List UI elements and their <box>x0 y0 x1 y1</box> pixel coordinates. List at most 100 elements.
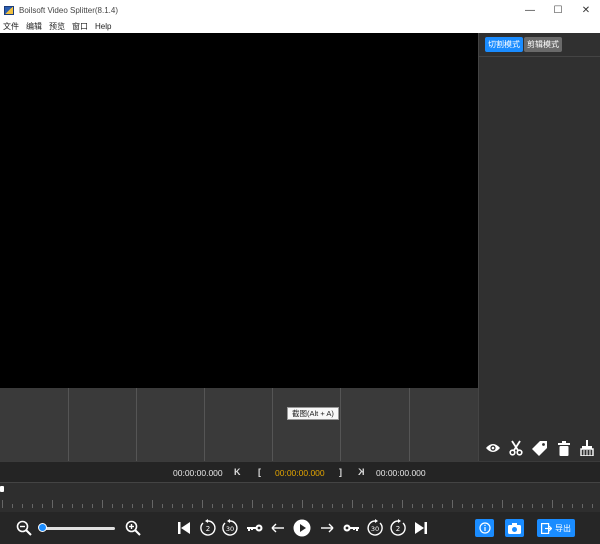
timeline-tick <box>302 500 303 508</box>
zoom-out-icon[interactable] <box>14 518 34 538</box>
timeline-tick <box>392 504 393 508</box>
menu-window[interactable]: 窗口 <box>72 21 88 32</box>
timeline-tick <box>592 504 593 508</box>
rewind-30-icon[interactable]: 30 <box>220 518 240 538</box>
svg-text:2: 2 <box>396 525 400 533</box>
timeline-tick <box>202 500 203 508</box>
timeline-tick <box>332 504 333 508</box>
timeline-tick <box>192 504 193 508</box>
end-time: 00:00:00.000 <box>376 468 426 478</box>
camera-icon <box>508 522 521 534</box>
zoom-slider-handle[interactable] <box>38 523 47 532</box>
set-end-button[interactable]: ] <box>339 467 342 477</box>
title-bar: Boilsoft Video Splitter(8.1.4) — ☐ ✕ <box>0 0 600 20</box>
menu-bar: 文件 编辑 预览 窗口 Help <box>0 20 600 33</box>
timeline-tick <box>52 500 53 508</box>
eye-icon[interactable] <box>484 439 502 457</box>
rewind-2-icon[interactable]: 2 <box>198 518 218 538</box>
thumbnail-divider <box>68 388 69 461</box>
start-marker-button[interactable]: K <box>234 467 241 477</box>
thumbnail-divider <box>409 388 410 461</box>
timeline-tick <box>232 504 233 508</box>
menu-edit[interactable]: 编辑 <box>26 21 42 32</box>
timeline-tick <box>252 500 253 508</box>
playhead[interactable] <box>0 486 4 492</box>
video-preview[interactable] <box>0 33 478 388</box>
tag-icon[interactable] <box>531 439 549 457</box>
timeline-tick <box>312 504 313 508</box>
timeline-tick <box>142 504 143 508</box>
timeline-tick <box>382 504 383 508</box>
timeline-tick <box>22 504 23 508</box>
key-back-icon[interactable] <box>245 518 265 538</box>
timeline-tick <box>432 504 433 508</box>
timeline-tick <box>242 504 243 508</box>
export-button[interactable]: 导出 <box>537 519 575 537</box>
app-logo-icon <box>4 5 14 15</box>
key-forward-icon[interactable] <box>341 518 361 538</box>
menu-file[interactable]: 文件 <box>3 21 19 32</box>
step-forward-icon[interactable] <box>317 518 337 538</box>
thumbnail-strip[interactable] <box>0 388 478 461</box>
divider <box>479 56 600 57</box>
broom-icon[interactable] <box>578 439 596 457</box>
timeline-tick <box>112 504 113 508</box>
export-label: 导出 <box>555 523 571 533</box>
timeline-tick <box>42 504 43 508</box>
end-marker-button[interactable]: K <box>358 467 365 477</box>
screenshot-tooltip: 截图(Alt + A) <box>287 407 339 420</box>
timeline-tick <box>72 504 73 508</box>
play-icon[interactable] <box>292 518 312 538</box>
timeline-tick <box>472 504 473 508</box>
timeline-tick <box>272 504 273 508</box>
timeline-tick <box>422 504 423 508</box>
tab-edit-mode[interactable]: 剪辑模式 <box>524 37 562 52</box>
timeline-tick <box>262 504 263 508</box>
menu-preview[interactable]: 预览 <box>49 21 65 32</box>
timeline-tick <box>322 504 323 508</box>
timeline-tick <box>442 504 443 508</box>
step-back-icon[interactable] <box>268 518 288 538</box>
timeline-tick <box>172 504 173 508</box>
forward-30-icon[interactable]: 30 <box>365 518 385 538</box>
timeline-tick <box>512 504 513 508</box>
skip-to-end-icon[interactable] <box>411 518 431 538</box>
info-button[interactable] <box>475 519 494 537</box>
scissors-icon[interactable] <box>507 439 525 457</box>
timeline-tick <box>532 504 533 508</box>
close-button[interactable]: ✕ <box>572 0 600 20</box>
thumbnail-divider <box>272 388 273 461</box>
current-time: 00:00:00.000 <box>173 468 223 478</box>
right-panel: 切割模式 剪辑模式 <box>478 33 600 461</box>
timeline-tick <box>502 500 503 508</box>
timeline-tick <box>122 504 123 508</box>
timeline-tick <box>562 504 563 508</box>
trash-icon[interactable] <box>555 439 573 457</box>
window-title: Boilsoft Video Splitter(8.1.4) <box>19 5 119 15</box>
timeline-tick <box>152 500 153 508</box>
snapshot-button[interactable] <box>505 519 524 537</box>
maximize-button[interactable]: ☐ <box>544 0 572 20</box>
timeline-tick <box>352 500 353 508</box>
timeline-tick <box>552 500 553 508</box>
zoom-slider[interactable] <box>41 527 115 530</box>
svg-text:30: 30 <box>226 525 234 533</box>
svg-text:30: 30 <box>371 525 379 533</box>
thumbnail-divider <box>340 388 341 461</box>
timeline-tick <box>102 500 103 508</box>
timeline-tick <box>402 500 403 508</box>
zoom-in-icon[interactable] <box>123 518 143 538</box>
menu-help[interactable]: Help <box>95 22 111 31</box>
timeline-tick <box>222 504 223 508</box>
tab-cut-mode[interactable]: 切割模式 <box>485 37 523 52</box>
timeline-tick <box>12 504 13 508</box>
timeline-tick <box>182 504 183 508</box>
timeline-tick <box>32 504 33 508</box>
forward-2-icon[interactable]: 2 <box>388 518 408 538</box>
timeline-tick <box>342 504 343 508</box>
set-start-button[interactable]: [ <box>258 467 261 477</box>
timeline-tick <box>522 504 523 508</box>
skip-to-start-icon[interactable] <box>174 518 194 538</box>
minimize-button[interactable]: — <box>516 0 544 20</box>
timeline[interactable] <box>0 482 600 512</box>
